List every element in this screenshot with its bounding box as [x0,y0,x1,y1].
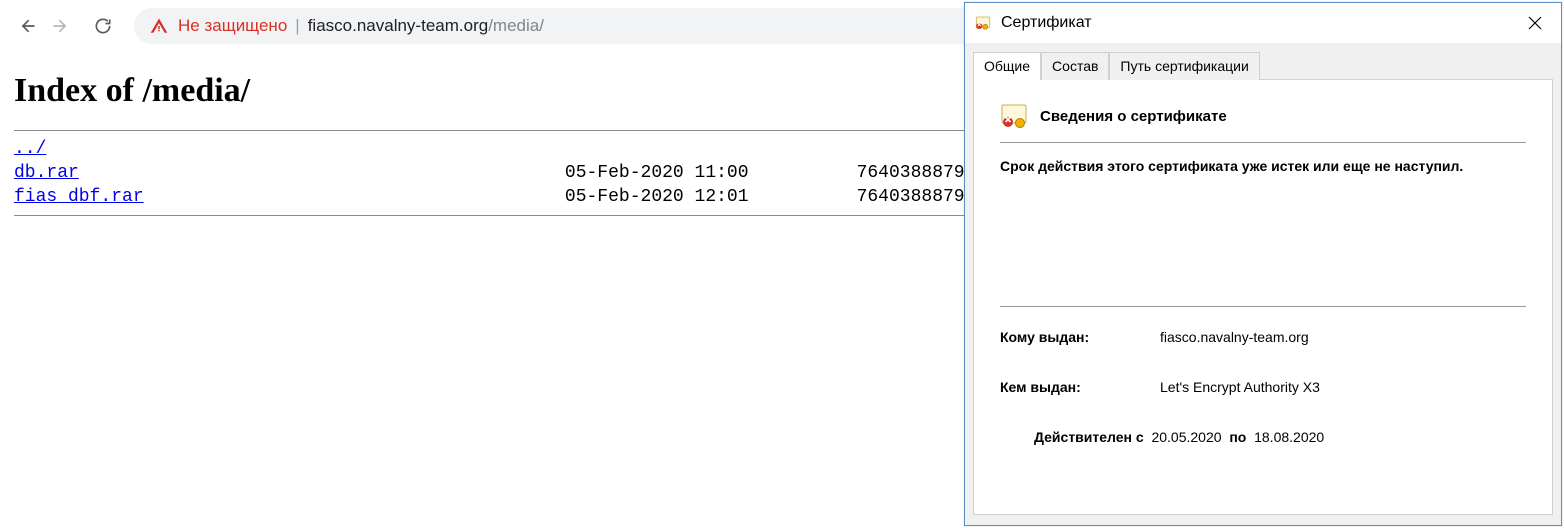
file-size: 7640388879 [857,163,965,183]
certificate-icon [973,13,993,33]
reload-icon [93,16,113,36]
tab-strip: Общие Состав Путь сертификации [973,51,1553,79]
issued-to-label: Кому выдан: [1000,329,1160,345]
dialog-titlebar: Сертификат [965,3,1561,43]
validity-row: Действителен с 20.05.2020 по 18.08.2020 [1000,429,1526,445]
close-icon [1528,16,1542,30]
file-date: 05-Feb-2020 12:01 [565,187,749,207]
reload-button[interactable] [86,9,120,43]
issued-to-row: Кому выдан: fiasco.navalny-team.org [1000,329,1526,345]
dialog-title: Сертификат [1001,14,1092,32]
cert-warning-box: Срок действия этого сертификата уже исте… [1000,157,1526,307]
dialog-body: Общие Состав Путь сертификации Сведения … [965,43,1561,525]
url-host: fiasco.navalny-team.org [308,16,488,36]
tab-panel-general: Сведения о сертификате Срок действия это… [973,79,1553,515]
tab-general[interactable]: Общие [973,52,1041,80]
file-spacer [79,163,565,183]
arrow-right-icon [51,16,71,36]
issued-by-value: Let's Encrypt Authority X3 [1160,379,1320,395]
close-button[interactable] [1515,8,1555,38]
certificate-dialog: Сертификат Общие Состав Путь сертификаци… [964,2,1562,526]
certificate-badge-icon [1000,102,1028,130]
insecure-warning-icon [150,17,168,35]
file-spacer [749,187,857,207]
address-separator: | [295,16,299,36]
valid-to-value: 18.08.2020 [1254,429,1324,445]
back-button[interactable] [10,9,44,43]
cert-info-header: Сведения о сертификате [1000,102,1526,143]
url-path: /media/ [488,16,544,36]
parent-dir-link[interactable]: ../ [14,139,46,159]
issued-by-row: Кем выдан: Let's Encrypt Authority X3 [1000,379,1526,395]
cert-warning-text: Срок действия этого сертификата уже исте… [1000,157,1526,176]
arrow-left-icon [17,16,37,36]
valid-to-label: по [1229,429,1246,445]
file-spacer [749,163,857,183]
tab-details[interactable]: Состав [1041,52,1109,80]
tab-path[interactable]: Путь сертификации [1109,52,1259,80]
issued-to-value: fiasco.navalny-team.org [1160,329,1309,345]
file-link[interactable]: db.rar [14,163,79,183]
forward-button[interactable] [44,9,78,43]
file-link[interactable]: fias_dbf.rar [14,187,144,207]
insecure-label: Не защищено [178,16,287,36]
cert-info-title: Сведения о сертификате [1040,108,1227,125]
file-size: 7640388879 [857,187,965,207]
issued-by-label: Кем выдан: [1000,379,1160,395]
file-spacer [144,187,565,207]
valid-from-label: Действителен с [1034,429,1144,445]
valid-from-value: 20.05.2020 [1151,429,1221,445]
file-date: 05-Feb-2020 11:00 [565,163,749,183]
